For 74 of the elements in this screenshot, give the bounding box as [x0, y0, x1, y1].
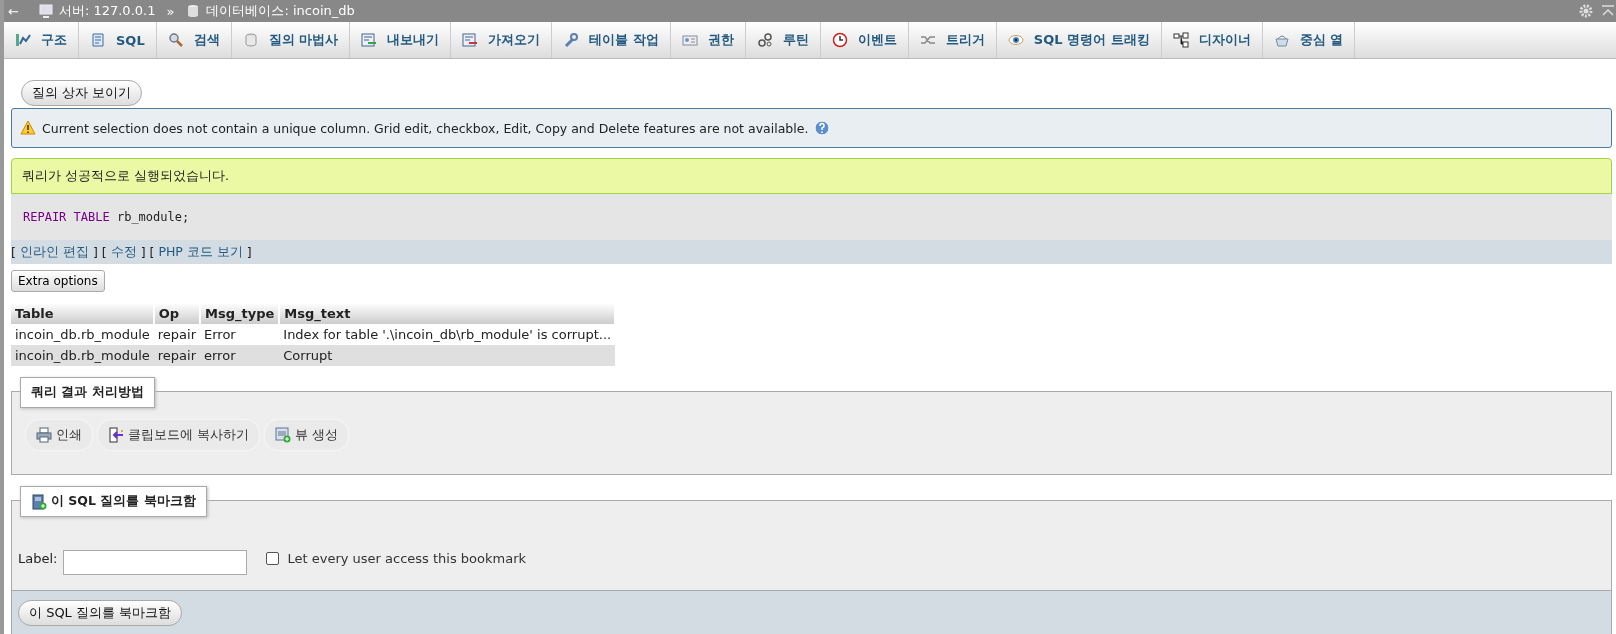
tab[interactable]: 디자이너 [1161, 22, 1263, 58]
checkbox-label: Let every user access this bookmark [287, 550, 527, 566]
bookmark-submit-button[interactable]: 이 SQL 질의를 북마크함 [18, 600, 183, 626]
server-link[interactable]: 서버: 127.0.0.1 [58, 2, 156, 20]
column-header[interactable]: Op [153, 303, 200, 324]
wrench-icon [563, 32, 580, 48]
id-card-icon [681, 32, 698, 48]
tab[interactable]: 내보내기 [350, 22, 452, 58]
bracket: [ [101, 244, 107, 260]
view-add-icon [275, 427, 292, 443]
tab[interactable]: 테이블 작업 [552, 22, 671, 58]
gears-icon [756, 32, 773, 48]
label-input-field[interactable] [63, 549, 248, 575]
settings-icon [1578, 3, 1594, 19]
table-cell: Corrupt [279, 345, 616, 366]
tab[interactable]: 가져오기 [451, 22, 553, 58]
bracket: ] [92, 244, 98, 260]
monitor-icon [37, 3, 54, 19]
bracket: [ [11, 244, 16, 260]
tab[interactable]: SQL [79, 22, 157, 58]
table-cell: repair [153, 345, 200, 366]
sql-code: REPAIR TABLE rb_module; [11, 194, 1612, 240]
column-header[interactable]: Msg_type [200, 303, 280, 324]
diagram-icon [1172, 32, 1189, 48]
tab[interactable]: SQL 명령어 트래킹 [996, 22, 1162, 58]
table-cell: Error [200, 324, 280, 345]
chart-icon [15, 32, 31, 48]
tab[interactable]: 이벤트 [820, 22, 909, 58]
action-link[interactable]: 인라인 편집 [19, 243, 89, 261]
help-icon [814, 120, 831, 136]
back-link[interactable]: ← [8, 3, 19, 19]
bracket: [ [149, 244, 155, 260]
search-icon [167, 32, 184, 48]
tab[interactable]: 구조 [4, 22, 79, 58]
action-link[interactable]: 수정 [110, 243, 137, 261]
export-icon [361, 32, 378, 48]
eye-icon [1007, 32, 1024, 48]
table-cell: Index for table '.\incoin_db\rb_module' is corrupt... [279, 324, 616, 345]
action-button[interactable]: 인쇄 [26, 420, 92, 450]
legend-text: 이 SQL 질의를 북마크함 [51, 493, 196, 510]
tab[interactable]: 질의 마법사 [231, 22, 351, 58]
warning-icon [20, 120, 36, 136]
database-link[interactable]: 데이터베이스: incoin_db [206, 2, 355, 20]
tab[interactable]: 트리거 [908, 22, 997, 58]
bracket: ] [246, 244, 252, 260]
tab[interactable]: 루틴 [745, 22, 821, 58]
table-cell: error [200, 345, 280, 366]
action-button[interactable]: 뷰 생성 [265, 420, 349, 450]
bracket: ] [140, 244, 146, 260]
scroll-icon [90, 32, 106, 48]
column-header[interactable]: Table [11, 303, 154, 324]
clipboard-icon [108, 427, 124, 443]
table-cell: repair [153, 324, 200, 345]
book-add-icon [31, 493, 47, 510]
clock-icon [831, 32, 848, 48]
show-query-box-button[interactable]: 질의 상자 보이기 [21, 80, 143, 106]
checkbox[interactable] [266, 551, 280, 565]
success-message: 쿼리가 성공적으로 실행되었습니다. [11, 158, 1612, 194]
action-button[interactable]: 클립보드에 복사하기 [98, 420, 260, 450]
warning-text: Current selection does not contain a unique column. Grid edit, checkbox, Edit, Copy and Delete features are not available. [42, 120, 809, 136]
tab[interactable]: 권한 [670, 22, 746, 58]
tab[interactable]: 검색 [156, 22, 232, 58]
breadcrumb-separator: » [166, 3, 175, 19]
database-icon [242, 32, 259, 48]
field-label: Label: [18, 550, 58, 566]
tab[interactable]: 중심 열 [1262, 22, 1356, 58]
action-link[interactable]: PHP 코드 보기 [158, 243, 243, 261]
import-icon [462, 32, 479, 48]
table-cell: incoin_db.rb_module [11, 324, 154, 345]
column-header[interactable]: Msg_text [279, 303, 616, 324]
printer-icon [36, 427, 52, 443]
panel-legend: 쿼리 결과 처리방법 [20, 377, 155, 408]
table-cell: incoin_db.rb_module [11, 345, 154, 366]
extra-options-button[interactable]: Extra options [11, 270, 105, 292]
